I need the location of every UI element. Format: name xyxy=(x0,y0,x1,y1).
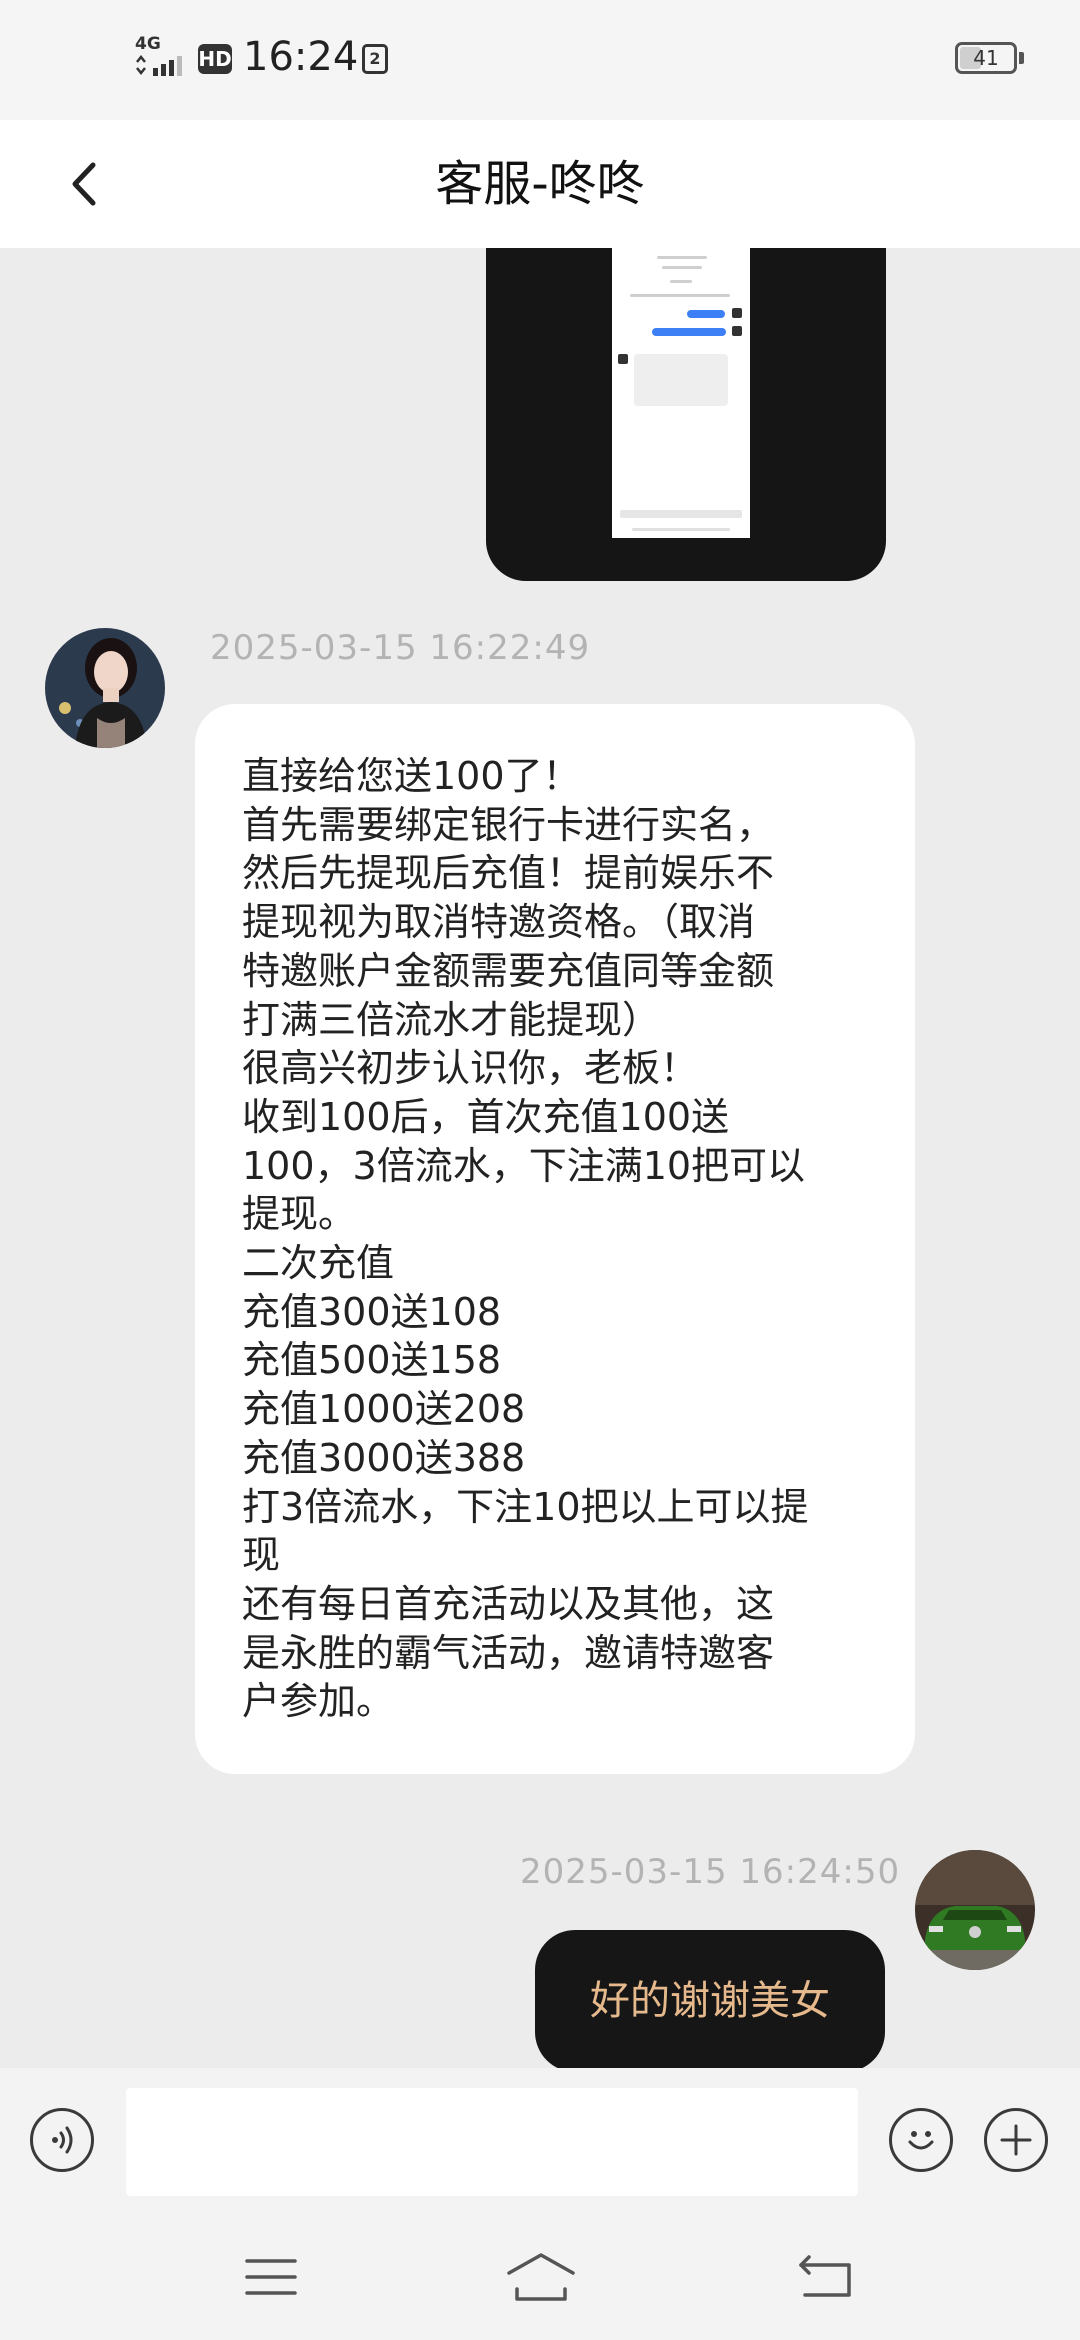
incoming-message-bubble[interactable]: 直接给您送100了！ 首先需要绑定银行卡进行实名， 然后先提现后充值！提前娱乐不… xyxy=(195,704,915,1774)
battery-tip xyxy=(1019,52,1024,64)
message-text: 直接给您送100了！ 首先需要绑定银行卡进行实名， 然后先提现后充值！提前娱乐不… xyxy=(242,754,809,1724)
message-input[interactable] xyxy=(126,2088,858,2196)
voice-icon xyxy=(52,2126,73,2154)
home-button[interactable] xyxy=(501,2242,581,2312)
image-message[interactable] xyxy=(486,248,886,581)
return-icon xyxy=(799,2255,851,2297)
plus-icon xyxy=(1000,2124,1032,2156)
battery-icon: 41 xyxy=(955,42,1017,74)
sim-badge: 2 xyxy=(362,44,388,74)
message-text: 好的谢谢美女 xyxy=(590,1978,830,2024)
back-nav-button[interactable] xyxy=(785,2242,865,2312)
chat-header: 客服-咚咚 xyxy=(0,120,1080,248)
screenshot-thumbnail xyxy=(612,248,750,538)
outgoing-message-bubble[interactable]: 好的谢谢美女 xyxy=(535,1930,885,2068)
hd-badge: HD xyxy=(198,44,232,74)
message-timestamp: 2025-03-15 16:22:49 xyxy=(210,628,591,668)
emoji-button[interactable] xyxy=(889,2108,953,2172)
chat-area[interactable]: 2025-03-15 16:22:49 直接给您送100了！ 首先需要绑定银行卡… xyxy=(0,248,1080,2068)
message-timestamp: 2025-03-15 16:24:50 xyxy=(520,1852,901,1892)
status-bar: 4G HD 16:24 2 41 xyxy=(0,0,1080,120)
menu-button[interactable] xyxy=(231,2242,311,2312)
system-navigation-bar xyxy=(0,2212,1080,2340)
signal-icon: 4G xyxy=(133,34,189,78)
menu-icon xyxy=(245,2259,297,2295)
emoji-icon xyxy=(908,2131,934,2150)
user-avatar[interactable] xyxy=(915,1850,1035,1970)
more-button[interactable] xyxy=(984,2108,1048,2172)
page-title: 客服-咚咚 xyxy=(435,156,645,212)
agent-avatar[interactable] xyxy=(45,628,165,748)
clock: 16:24 xyxy=(243,34,359,80)
input-bar xyxy=(0,2068,1080,2212)
home-icon xyxy=(507,2253,575,2301)
battery-level: 41 xyxy=(973,46,999,70)
voice-button[interactable] xyxy=(30,2108,94,2172)
